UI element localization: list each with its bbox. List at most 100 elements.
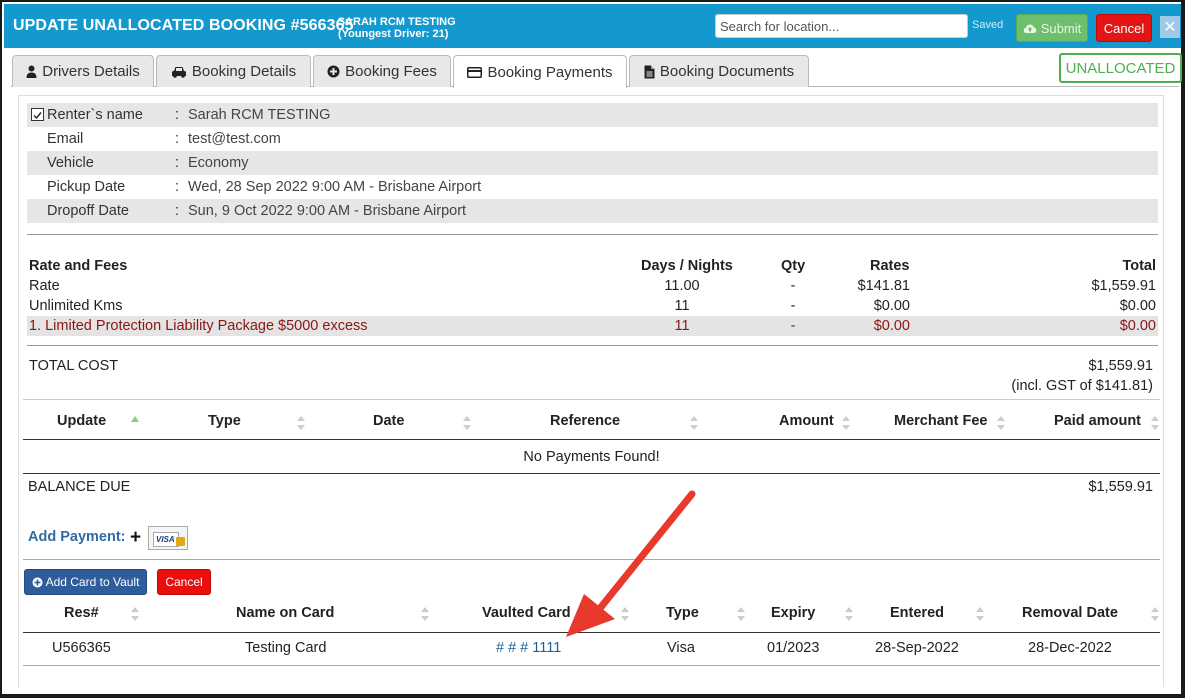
title-bar: UPDATE UNALLOCATED BOOKING #566365 - SAR… (4, 4, 1181, 48)
divider (27, 345, 1158, 346)
fee-row-highlighted: 1. Limited Protection Liability Package … (27, 316, 1158, 336)
balance-due-label: BALANCE DUE (28, 479, 131, 495)
fees-header-name: Rate and Fees (29, 258, 128, 274)
plus-circle-icon (327, 65, 340, 78)
status-badge: UNALLOCATED (1059, 53, 1182, 83)
location-search-input[interactable] (715, 14, 968, 38)
col-merchant-fee[interactable]: Merchant Fee (894, 413, 987, 429)
vehicle-value: Economy (188, 155, 249, 171)
sort-icon[interactable] (421, 607, 429, 621)
fee-days: 11 (674, 318, 690, 334)
sort-icon[interactable] (690, 416, 698, 430)
add-card-label: Add Card to Vault (45, 575, 140, 589)
dropoff-date-label: Dropoff Date (47, 203, 129, 219)
col-type[interactable]: Type (208, 413, 241, 429)
sort-icon[interactable] (463, 416, 471, 430)
sort-icon[interactable] (737, 607, 745, 621)
vault-cancel-button[interactable]: Cancel (157, 569, 211, 595)
email-label: Email (47, 131, 84, 147)
annotation-arrow (566, 490, 696, 637)
divider (23, 665, 1160, 666)
total-cost-label: TOTAL COST (29, 358, 119, 374)
car-icon (171, 66, 186, 78)
tab-label: Booking Fees (345, 63, 437, 80)
col-entered[interactable]: Entered (890, 605, 944, 621)
vehicle-label: Vehicle (47, 155, 94, 171)
col-name-on-card[interactable]: Name on Card (236, 605, 334, 621)
visa-card-icon[interactable]: VISA (148, 526, 188, 550)
sort-icon[interactable] (1151, 607, 1159, 621)
sort-icon[interactable] (131, 607, 139, 621)
email-row: Email : test@test.com (47, 131, 281, 147)
divider (23, 399, 1160, 400)
fee-qty: - (790, 318, 796, 334)
removal-date-value: 28-Dec-2022 (1028, 640, 1112, 656)
renter-name-label: Renter`s name (47, 107, 143, 123)
add-icon[interactable]: + (130, 527, 141, 549)
cancel-button[interactable]: Cancel (1096, 14, 1152, 42)
sort-icon[interactable] (297, 416, 305, 430)
fee-rate: $0.00 (873, 298, 910, 314)
page-title: UPDATE UNALLOCATED BOOKING #566365 (13, 17, 354, 34)
sort-icon[interactable] (842, 416, 850, 430)
col-removal-date[interactable]: Removal Date (1022, 605, 1118, 621)
total-cost-value: $1,559.91 (1088, 358, 1153, 374)
cloud-upload-icon (1023, 24, 1036, 33)
pickup-date-label: Pickup Date (47, 179, 126, 195)
fee-qty: - (790, 298, 796, 314)
saved-status: Saved (972, 19, 1004, 31)
close-icon[interactable]: ✕ (1160, 16, 1180, 38)
fees-header-qty: Qty (781, 258, 806, 274)
col-update[interactable]: Update (57, 413, 106, 429)
renter-name-row: Renter`s name : Sarah RCM TESTING (27, 103, 1158, 127)
dropoff-date-row: Dropoff Date : Sun, 9 Oct 2022 9:00 AM -… (27, 199, 1158, 223)
fee-name: Rate (29, 278, 60, 294)
balance-due-value: $1,559.91 (1088, 479, 1153, 495)
fee-total: $0.00 (1119, 298, 1156, 314)
col-expiry[interactable]: Expiry (771, 605, 815, 621)
booking-window: UPDATE UNALLOCATED BOOKING #566365 - SAR… (0, 0, 1185, 698)
fee-days: 11 (674, 298, 690, 314)
col-paid-amount[interactable]: Paid amount (1054, 413, 1141, 429)
credit-card-icon (467, 66, 483, 78)
add-payment-label[interactable]: Add Payment: (28, 529, 126, 545)
submit-label: Submit (1040, 20, 1082, 36)
dropoff-date-value: Sun, 9 Oct 2022 9:00 AM - Brisbane Airpo… (188, 203, 467, 219)
pickup-date-value: Wed, 28 Sep 2022 9:00 AM - Brisbane Airp… (188, 179, 482, 195)
renter-name-subtitle: - SARAH RCM TESTING (331, 16, 456, 28)
fees-header-rates: Rates (870, 258, 910, 274)
name-on-card-value: Testing Card (245, 640, 327, 656)
tab-drivers-details[interactable]: Drivers Details (12, 55, 154, 87)
sort-icon[interactable] (976, 607, 984, 621)
fee-days: 11.00 (664, 278, 700, 294)
tab-label: Booking Payments (487, 63, 613, 81)
col-date[interactable]: Date (373, 413, 404, 429)
add-card-to-vault-button[interactable]: Add Card to Vault (24, 569, 147, 595)
tab-booking-details[interactable]: Booking Details (156, 55, 311, 87)
fees-header-total: Total (1122, 258, 1156, 274)
renter-name-value: Sarah RCM TESTING (188, 107, 331, 123)
fee-row: Unlimited Kms 11 - $0.00 $0.00 (27, 296, 1158, 316)
col-amount[interactable]: Amount (779, 413, 834, 429)
fee-name: Unlimited Kms (29, 298, 123, 314)
sort-icon[interactable] (845, 607, 853, 621)
expiry-value: 01/2023 (767, 640, 820, 656)
tab-label: Drivers Details (42, 63, 140, 80)
plus-circle-icon (32, 577, 43, 587)
col-reference[interactable]: Reference (550, 413, 620, 429)
fee-total: $1,559.91 (1091, 278, 1156, 294)
tab-booking-fees[interactable]: Booking Fees (313, 55, 451, 87)
fee-qty: - (790, 278, 796, 294)
sort-asc-icon[interactable] (131, 414, 139, 422)
res-value: U566365 (52, 640, 111, 656)
sort-icon[interactable] (1151, 416, 1159, 430)
tab-booking-documents[interactable]: Booking Documents (629, 55, 809, 87)
col-res[interactable]: Res# (64, 605, 99, 621)
sort-icon[interactable] (997, 416, 1005, 430)
fee-total: $0.00 (1119, 318, 1156, 334)
submit-button[interactable]: Submit (1016, 14, 1088, 42)
document-icon (644, 65, 655, 78)
checkbox-icon[interactable] (31, 108, 44, 121)
entered-value: 28-Sep-2022 (875, 640, 959, 656)
tab-booking-payments[interactable]: Booking Payments (453, 55, 627, 88)
